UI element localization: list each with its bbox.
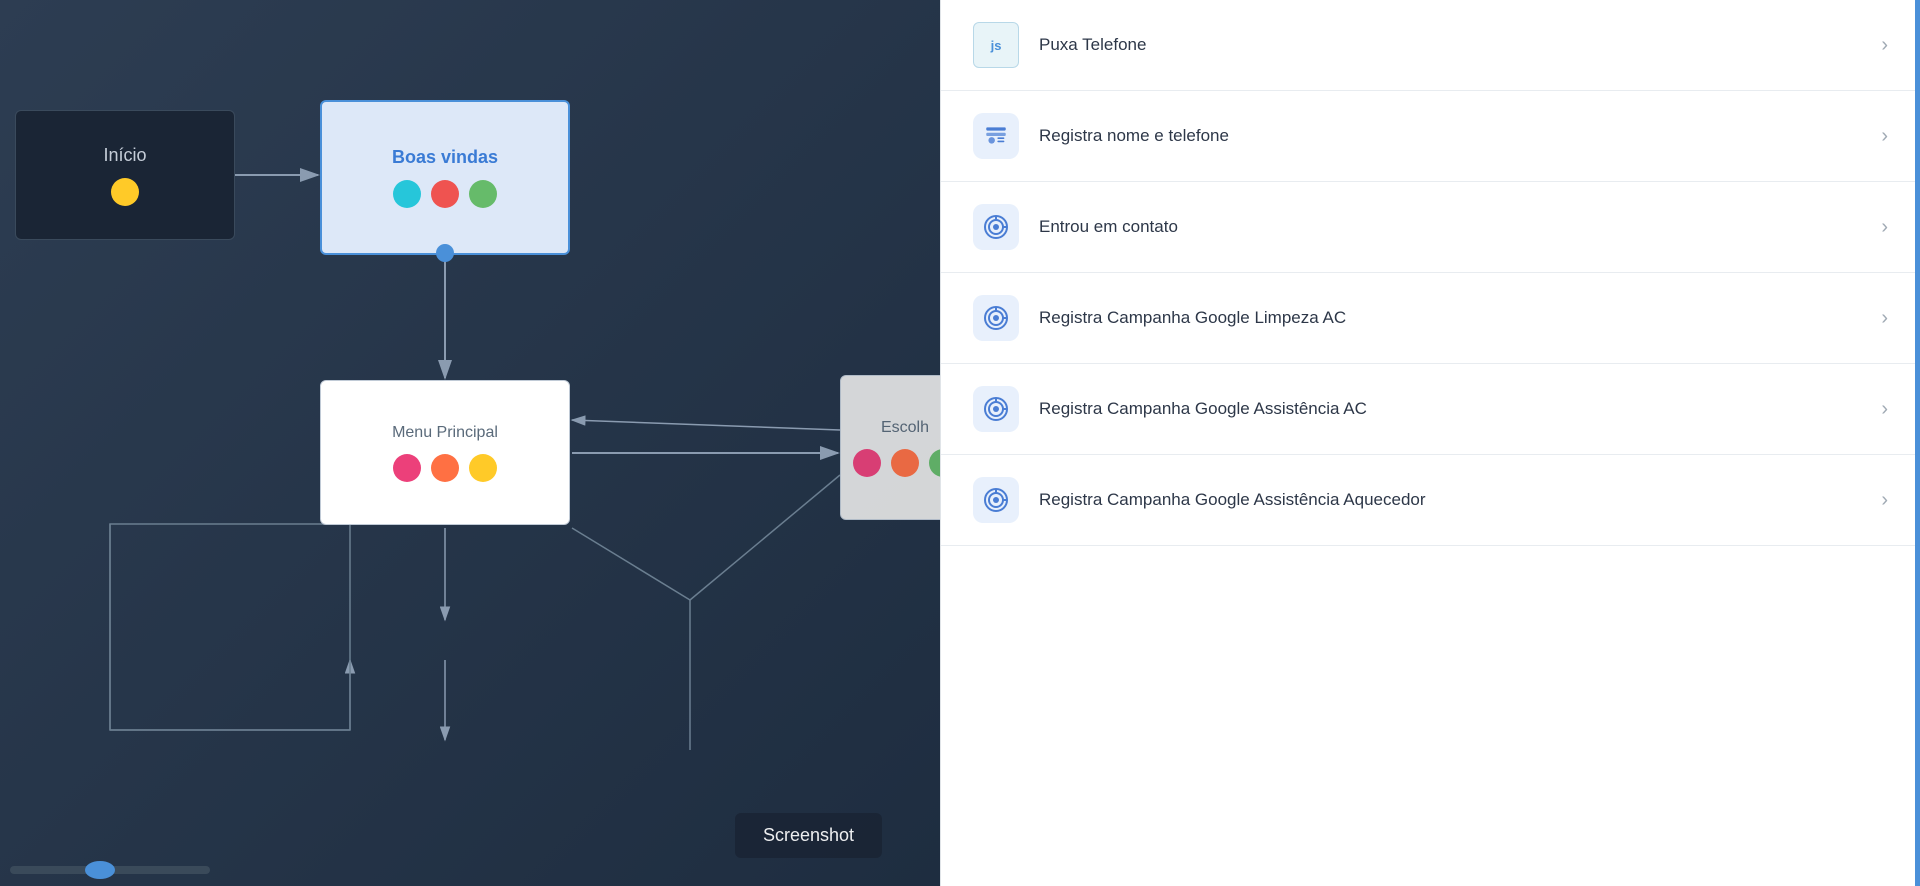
flow-canvas[interactable]: Início Boas vindas Menu Principal Escolh [0,0,940,886]
dot-orange [431,454,459,482]
js-icon: js [973,22,1019,68]
target-icon-3 [973,386,1019,432]
node-escolha-label: Escolh [881,419,929,437]
panel-item-entrou-contato[interactable]: Entrou em contato › [941,182,1920,273]
panel-item-puxa-telefone[interactable]: js Puxa Telefone › [941,0,1920,91]
chevron-right-icon-6: › [1881,489,1888,512]
boas-vindas-conn-bottom [436,244,454,262]
chevron-right-icon-5: › [1881,398,1888,421]
chevron-right-icon: › [1881,34,1888,57]
node-menu-label: Menu Principal [392,424,498,442]
panel-item-registra-nome[interactable]: Registra nome e telefone › [941,91,1920,182]
dot-red [431,180,459,208]
dot-yellow [469,454,497,482]
escolha-dots [853,449,940,477]
js-icon-label: js [991,38,1002,53]
node-inicio[interactable]: Início [15,110,235,240]
node-inicio-label: Início [103,145,146,166]
node-boas-vindas-label: Boas vindas [392,147,498,168]
panel-item-campanha-limpeza[interactable]: Registra Campanha Google Limpeza AC › [941,273,1920,364]
dot-cyan [393,180,421,208]
right-panel: js Puxa Telefone › Registra nome e telef… [940,0,1920,886]
dot-pink [393,454,421,482]
node-boas-vindas[interactable]: Boas vindas [320,100,570,255]
target-icon-4 [973,477,1019,523]
chevron-right-icon-4: › [1881,307,1888,330]
screenshot-button[interactable]: Screenshot [735,813,882,858]
boas-vindas-dots [393,180,497,208]
menu-dots [393,454,497,482]
panel-item-campanha-assistencia-ac[interactable]: Registra Campanha Google Assistência AC … [941,364,1920,455]
node-menu-principal[interactable]: Menu Principal [320,380,570,525]
target-icon-2 [973,295,1019,341]
chevron-right-icon-3: › [1881,216,1888,239]
entrou-contato-label: Entrou em contato [1039,215,1869,239]
scroll-thumb[interactable] [85,861,115,879]
campanha-limpeza-label: Registra Campanha Google Limpeza AC [1039,306,1869,330]
contact-icon [973,113,1019,159]
panel-item-campanha-aquecedor[interactable]: Registra Campanha Google Assistência Aqu… [941,455,1920,546]
puxa-telefone-label: Puxa Telefone [1039,33,1869,57]
inicio-dot [111,178,139,206]
campanha-aquecedor-label: Registra Campanha Google Assistência Aqu… [1039,488,1869,512]
chevron-right-icon-2: › [1881,125,1888,148]
escolha-dot-green [929,449,940,477]
dot-green [469,180,497,208]
registra-nome-label: Registra nome e telefone [1039,124,1869,148]
scroll-track[interactable] [10,866,210,874]
right-border-accent [1915,0,1920,886]
node-escolha[interactable]: Escolh [840,375,940,520]
campanha-assistencia-ac-label: Registra Campanha Google Assistência AC [1039,397,1869,421]
target-icon-1 [973,204,1019,250]
escolha-dot-orange [891,449,919,477]
escolha-dot-pink [853,449,881,477]
